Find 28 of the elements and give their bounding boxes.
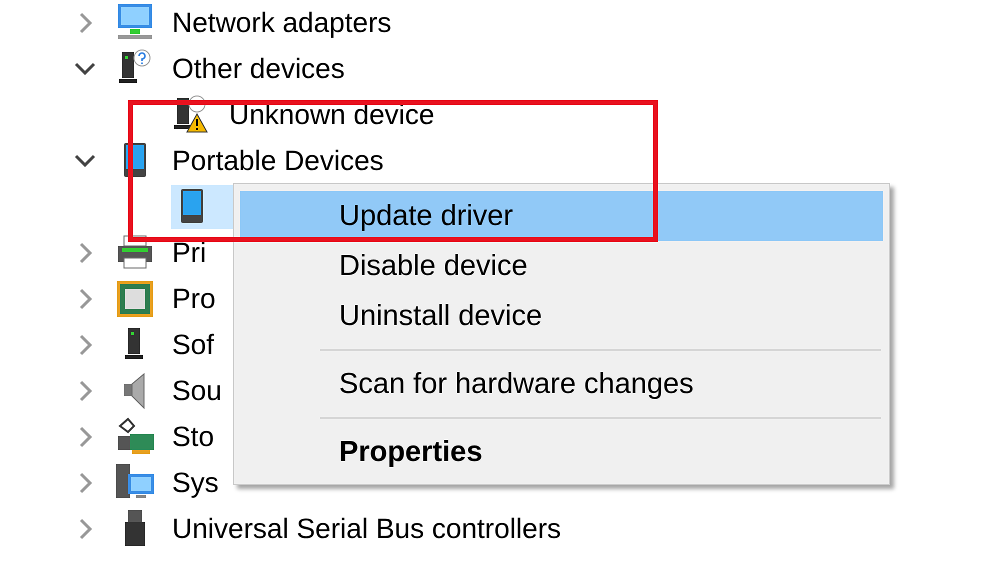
tree-item[interactable]: Sys xyxy=(114,461,233,505)
tree-item[interactable]: Portable Devices xyxy=(114,139,398,183)
menu-item[interactable]: Properties xyxy=(240,427,883,477)
tree-item-label[interactable]: Portable Devices xyxy=(172,145,384,177)
tree-item-label[interactable]: Pro xyxy=(172,283,216,315)
tree-item[interactable]: Sou xyxy=(114,369,236,413)
tree-item[interactable]: Sof xyxy=(114,323,228,367)
tree-item[interactable]: Pro xyxy=(114,277,230,321)
tree-item-label[interactable]: Unknown device xyxy=(229,99,434,131)
tree-item-label[interactable]: Sof xyxy=(172,329,214,361)
menu-item[interactable]: Uninstall device xyxy=(240,291,883,341)
tree-item[interactable]: Pri xyxy=(114,231,220,275)
tree-item[interactable]: Unknown device xyxy=(171,93,448,137)
tree-item-label[interactable]: Sou xyxy=(172,375,222,407)
tree-item-label[interactable]: Sys xyxy=(172,467,219,499)
menu-item[interactable]: Scan for hardware changes xyxy=(240,359,883,409)
menu-item[interactable]: Disable device xyxy=(240,241,883,291)
tree-item[interactable]: Other devices xyxy=(114,47,359,91)
menu-item[interactable]: Update driver xyxy=(240,191,883,241)
tree-item-label[interactable]: Network adapters xyxy=(172,7,392,39)
tree-item-label[interactable]: Other devices xyxy=(172,53,345,85)
tree-item-label[interactable]: Universal Serial Bus controllers xyxy=(172,513,562,545)
tree-item[interactable]: Universal Serial Bus controllers xyxy=(114,507,576,551)
tree-item[interactable]: Sto xyxy=(114,415,228,459)
tree-item[interactable]: Network adapters xyxy=(114,1,406,45)
tree-item-label[interactable]: Pri xyxy=(172,237,206,269)
tree-item-label[interactable]: Sto xyxy=(172,421,214,453)
chip-icon xyxy=(114,278,156,320)
